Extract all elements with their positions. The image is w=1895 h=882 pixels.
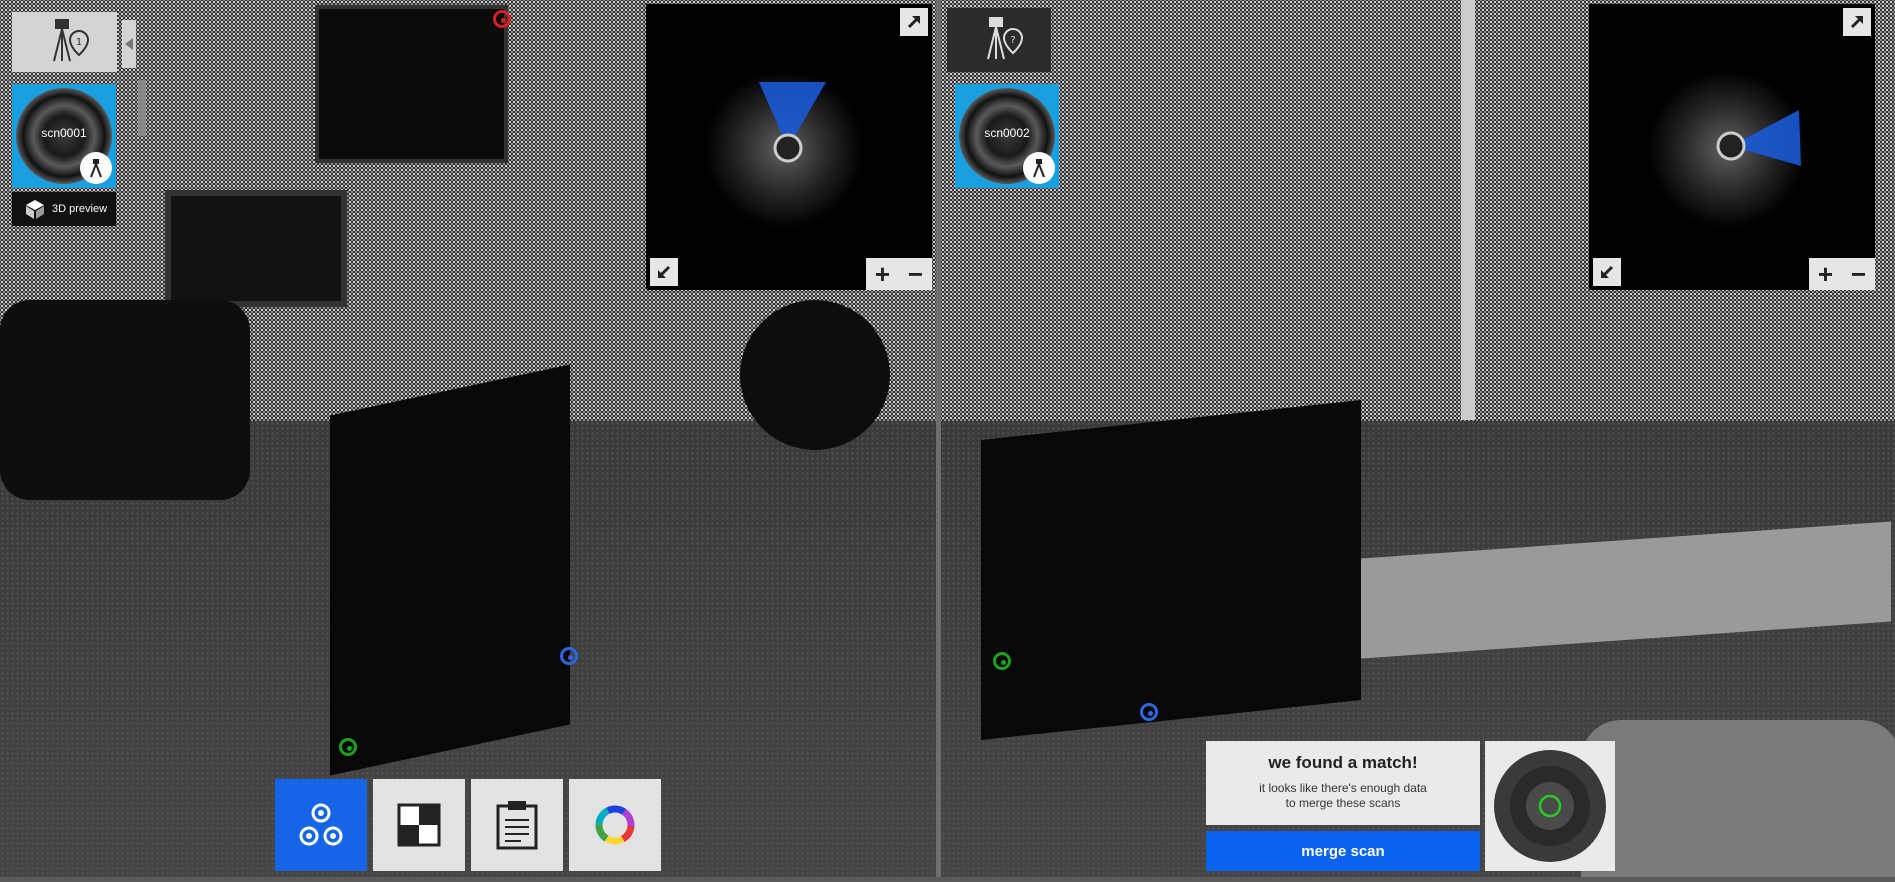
merge-scan-button[interactable]: merge scan [1206, 831, 1480, 871]
scan-view-left[interactable]: 1 scn0001 3D preview + − [0, 0, 936, 878]
desk-silhouette [330, 364, 570, 776]
scroll-indicator[interactable] [138, 80, 146, 136]
tripod-badge-icon [1023, 152, 1055, 184]
tripod-badge-icon [80, 152, 112, 184]
minimap-left[interactable]: + − [646, 4, 932, 290]
bottom-edge [0, 877, 1895, 882]
checkerboard-icon [397, 803, 441, 847]
reference-marker-green[interactable] [993, 652, 1011, 670]
clipboard-icon [496, 801, 538, 850]
scan-thumbnail-label: scn0001 [41, 126, 87, 140]
match-body: it looks like there's enough data to mer… [1206, 781, 1480, 811]
match-body-line1: it looks like there's enough data [1259, 781, 1427, 795]
checkerboard-button[interactable] [373, 779, 465, 871]
scan-location-button[interactable]: ? [947, 8, 1051, 72]
clipboard-button[interactable] [471, 779, 563, 871]
match-found-card: we found a match! it looks like there's … [1206, 741, 1480, 825]
reference-marker-blue[interactable] [1140, 703, 1158, 721]
chair-silhouette-2 [740, 300, 890, 450]
monitor-silhouette [165, 190, 347, 307]
alignment-target[interactable] [1485, 741, 1615, 871]
minimap-zoom-controls: + − [866, 258, 932, 290]
reference-marker-red[interactable] [493, 10, 511, 28]
svg-text:1: 1 [75, 37, 81, 48]
minimap-zoom-controls: + − [1809, 258, 1875, 290]
svg-text:?: ? [1010, 35, 1015, 46]
arrow-down-left-icon [1600, 265, 1614, 279]
scan-thumbnail-scn0002[interactable]: scn0002 [955, 84, 1059, 188]
tripod-pin-unknown-icon: ? [987, 17, 1024, 60]
desk-silhouette [981, 400, 1361, 740]
collapse-minimap-button[interactable] [1593, 258, 1621, 286]
minimap-view-cone [1716, 110, 1801, 166]
column-silhouette [1461, 0, 1475, 420]
scan-location-button[interactable]: 1 [12, 12, 117, 72]
scan-thumbnail-scn0001[interactable]: scn0001 [12, 84, 116, 188]
tripod-pin-icon: 1 [52, 19, 89, 62]
arrow-up-right-icon [1850, 15, 1864, 29]
reference-marker-blue[interactable] [560, 647, 578, 665]
minimap-view-cone [759, 82, 826, 163]
chair-silhouette [1581, 720, 1895, 878]
zoom-out-button[interactable]: − [908, 259, 923, 290]
cluster-view-icon [299, 803, 343, 846]
3d-preview-label: 3D preview [52, 203, 108, 215]
collapse-minimap-button[interactable] [650, 258, 678, 286]
chevron-left-icon [125, 38, 133, 50]
color-wheel-button[interactable] [569, 779, 661, 871]
zoom-out-button[interactable]: − [1851, 259, 1866, 290]
scan-thumbnail-label: scn0002 [984, 126, 1030, 140]
minimap-right[interactable]: + − [1589, 4, 1875, 290]
tv-silhouette [315, 5, 508, 163]
arrow-up-right-icon [907, 15, 921, 29]
arrow-down-left-icon [657, 265, 671, 279]
expand-minimap-button[interactable] [1843, 8, 1871, 36]
match-body-line2: to merge these scans [1285, 796, 1401, 810]
cluster-view-button[interactable] [275, 779, 367, 871]
chair-silhouette [0, 300, 250, 500]
collapse-panel-tab[interactable] [122, 20, 136, 68]
target-ring-icon [1494, 750, 1606, 862]
reference-marker-green[interactable] [339, 738, 357, 756]
match-title: we found a match! [1268, 753, 1418, 772]
3d-preview-button[interactable]: 3D preview [12, 192, 116, 226]
expand-minimap-button[interactable] [900, 8, 928, 36]
zoom-in-button[interactable]: + [875, 259, 890, 290]
cube-icon [26, 200, 44, 219]
zoom-in-button[interactable]: + [1818, 259, 1833, 290]
color-wheel-icon [595, 805, 635, 845]
